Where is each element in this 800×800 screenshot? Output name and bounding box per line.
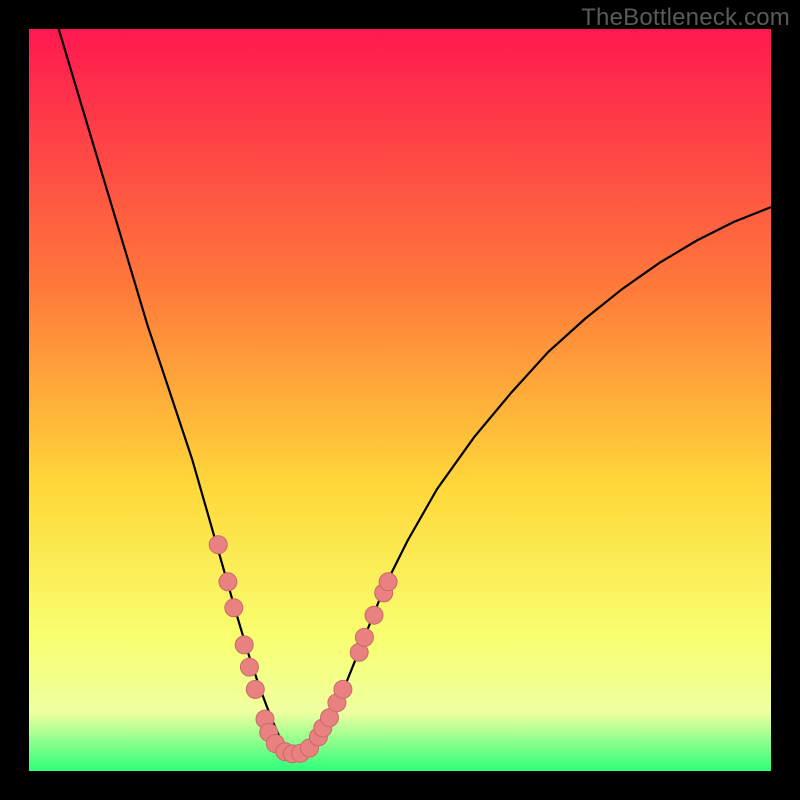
marker-dot — [355, 628, 373, 646]
gradient-background — [29, 29, 771, 771]
marker-dot — [235, 636, 253, 654]
marker-dot — [246, 680, 264, 698]
bottleneck-chart — [29, 29, 771, 771]
marker-dot — [240, 658, 258, 676]
marker-dot — [219, 573, 237, 591]
marker-dot — [209, 536, 227, 554]
watermark-text: TheBottleneck.com — [581, 4, 790, 32]
marker-dot — [225, 599, 243, 617]
marker-dot — [379, 573, 397, 591]
marker-dot — [365, 606, 383, 624]
chart-frame — [29, 29, 771, 771]
marker-dot — [334, 680, 352, 698]
